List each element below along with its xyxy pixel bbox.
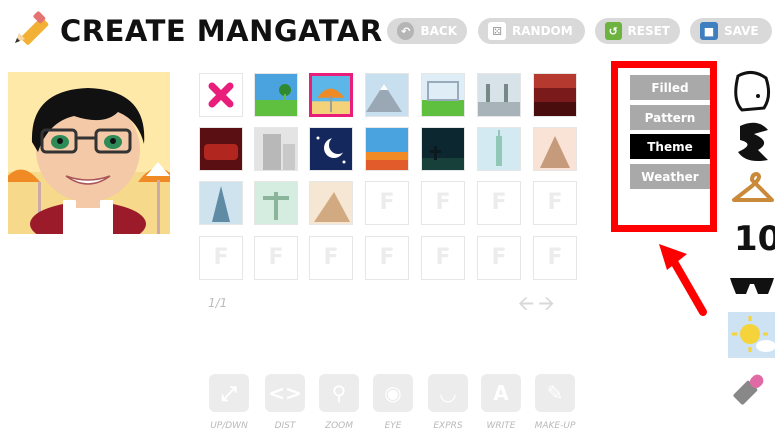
back-arrow-icon: ↶: [397, 22, 415, 40]
next-page-arrow-icon[interactable]: 🡪: [538, 291, 558, 315]
letter-a-icon: A: [493, 381, 509, 405]
svg-text:10: 10: [734, 219, 775, 259]
distance-tool-button[interactable]: <>: [265, 374, 305, 412]
tool-label: UP/DWN: [210, 421, 248, 431]
expression-tool-button[interactable]: ◡: [428, 374, 468, 412]
remove-x-icon: [208, 82, 234, 108]
tool-label: MAKE-UP: [534, 421, 576, 431]
random-button[interactable]: ⚄ RANDOM: [478, 18, 585, 44]
tool-label: ZOOM: [324, 421, 354, 431]
write-tool-button[interactable]: A: [481, 374, 521, 412]
empty-slot: [533, 181, 577, 225]
empty-slot: [365, 236, 409, 280]
page-indicator: 1/1: [208, 296, 228, 310]
pencil-icon: [15, 11, 49, 45]
empty-slot: [365, 181, 409, 225]
eyebrow-icon: ◡: [440, 381, 456, 405]
up-down-tool-button[interactable]: ⤢: [209, 374, 249, 412]
dice-icon: ⚄: [488, 22, 506, 40]
resize-arrows-icon: ⤢: [221, 381, 237, 405]
theme-option-park[interactable]: [254, 73, 298, 117]
theme-option-liberty[interactable]: [477, 127, 521, 171]
theme-option-red-room[interactable]: [199, 127, 243, 171]
empty-slot: [421, 236, 465, 280]
theme-option-field[interactable]: [421, 73, 465, 117]
floppy-disk-icon: ■: [700, 22, 718, 40]
theme-option-graveyard[interactable]: [421, 127, 465, 171]
distance-arrows-icon: <>: [268, 381, 302, 405]
empty-slot: [309, 236, 353, 280]
eye-tool-button[interactable]: ◉: [373, 374, 413, 412]
empty-slot: [199, 236, 243, 280]
lipstick-small-icon: ✎: [546, 381, 564, 405]
menu-item-pattern[interactable]: Pattern: [630, 105, 710, 130]
back-button[interactable]: ↶ BACK: [387, 18, 467, 44]
clothes-hanger-icon[interactable]: [728, 168, 775, 214]
theme-option-sunset[interactable]: [365, 127, 409, 171]
tool-label: EYE: [384, 421, 402, 431]
category-menu-highlight: Filled Pattern Theme Weather: [611, 61, 717, 232]
menu-item-weather[interactable]: Weather: [630, 164, 710, 189]
magnifier-icon: ⚲: [331, 381, 347, 405]
save-button[interactable]: ■ SAVE: [690, 18, 772, 44]
eye-icon: ◉: [384, 381, 402, 405]
empty-slot: [533, 236, 577, 280]
theme-option-beach[interactable]: [309, 73, 353, 117]
theme-option-mountain[interactable]: [365, 73, 409, 117]
lipstick-icon[interactable]: [728, 364, 775, 410]
red-pointer-arrow-icon: [659, 244, 707, 316]
theme-option-theater[interactable]: [533, 73, 577, 117]
face-icon[interactable]: [728, 70, 775, 116]
page-nav-arrows[interactable]: 🡨🡪: [518, 289, 559, 323]
menu-item-theme[interactable]: Theme: [630, 134, 710, 159]
menu-item-filled[interactable]: Filled: [630, 75, 710, 100]
empty-slot: [477, 181, 521, 225]
reset-icon: ↺: [605, 22, 622, 40]
theme-option-city[interactable]: [254, 127, 298, 171]
page-title: CREATE MANGATAR: [60, 14, 383, 48]
avatar-preview: [8, 72, 170, 234]
sunglasses-icon[interactable]: [728, 264, 775, 310]
prev-page-arrow-icon[interactable]: 🡨: [518, 291, 538, 315]
number-icon[interactable]: 10: [728, 214, 775, 260]
tool-label: DIST: [274, 421, 296, 431]
tool-label: WRITE: [486, 421, 516, 431]
empty-slot: [254, 236, 298, 280]
theme-option-pyramid-mayan[interactable]: [533, 127, 577, 171]
hair-icon[interactable]: [728, 120, 775, 166]
reset-button[interactable]: ↺ RESET: [595, 18, 680, 44]
weather-icon[interactable]: [728, 312, 775, 358]
theme-option-rio[interactable]: [254, 181, 298, 225]
theme-option-none[interactable]: [199, 73, 243, 117]
theme-option-station[interactable]: [477, 73, 521, 117]
theme-option-egypt[interactable]: [309, 181, 353, 225]
theme-option-paris[interactable]: [199, 181, 243, 225]
theme-option-night[interactable]: [309, 127, 353, 171]
empty-slot: [477, 236, 521, 280]
zoom-tool-button[interactable]: ⚲: [319, 374, 359, 412]
makeup-tool-button[interactable]: ✎: [535, 374, 575, 412]
tool-label: EXPRS: [433, 421, 463, 431]
empty-slot: [421, 181, 465, 225]
